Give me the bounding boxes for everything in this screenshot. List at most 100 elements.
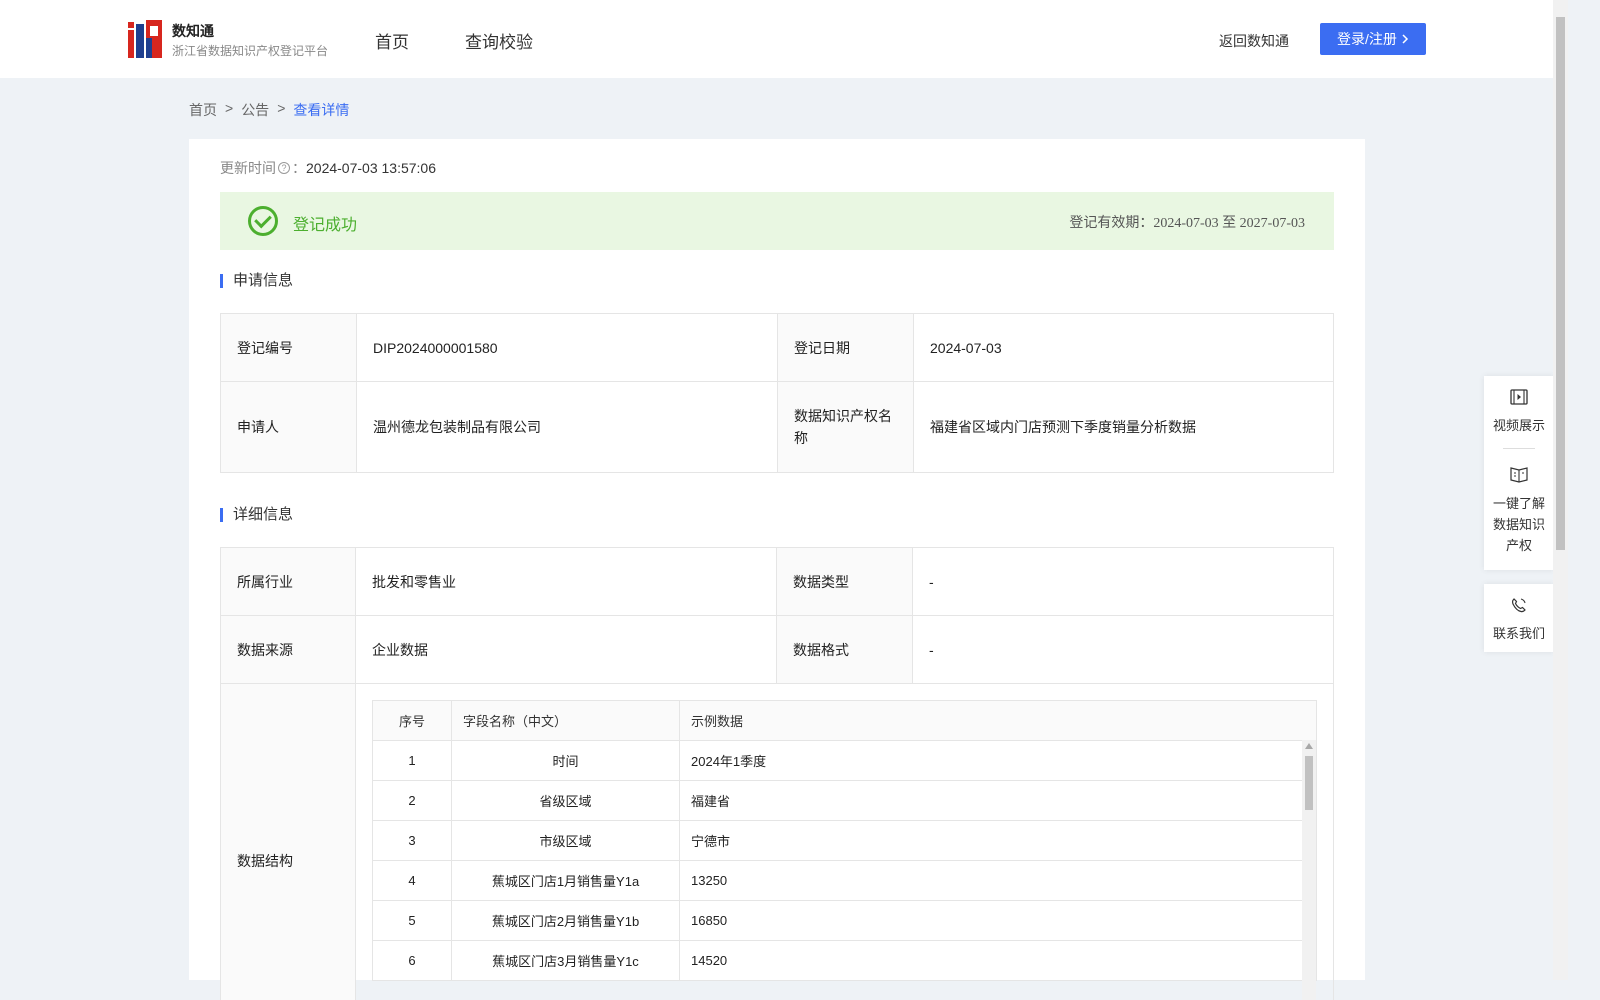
structure-row: 6 蕉城区门店3月销售量Y1c 14520 [372,940,1317,981]
structure-row: 2 省级区域 福建省 [372,780,1317,821]
contact-us-label: 联系我们 [1492,626,1545,641]
cell-sample: 福建省 [679,780,1317,821]
field-label: 数据来源 [220,615,356,684]
cell-sample: 13250 [679,860,1317,901]
field-value: 企业数据 [355,615,777,684]
column-header: 字段名称（中文） [451,700,680,741]
cell-index: 6 [372,940,452,981]
table-row: 所属行业 批发和零售业 数据类型 - [220,547,1334,616]
learn-ip-label-1: 一键了解 [1492,496,1545,511]
field-label: 数据格式 [776,615,913,684]
cell-index: 1 [372,740,452,781]
book-icon [1510,467,1528,483]
page-scrollbar-thumb[interactable] [1556,17,1565,550]
table-row: 申请人 温州德龙包装制品有限公司 数据知识产权名称 福建省区域内门店预测下季度销… [220,381,1334,473]
validity-value: 2024-07-03 至 2027-07-03 [1153,216,1305,231]
field-label: 申请人 [220,381,357,473]
cell-field-name: 省级区域 [451,780,680,821]
cell-sample: 16850 [679,900,1317,941]
phone-icon [1511,598,1526,613]
structure-table: 序号 字段名称（中文） 示例数据 1 时间 2024年1季度 2 省级区域 福建… [372,700,1317,981]
apply-info-table: 登记编号 DIP2024000001580 登记日期 2024-07-03 申请… [220,313,1334,473]
nav-query-verify[interactable]: 查询校验 [465,28,533,53]
cell-index: 3 [372,820,452,861]
detail-card: 更新时间 ? ： 2024-07-03 13:57:06 登记成功 登记有效期：… [189,139,1365,1000]
learn-ip-label-2: 数据知识 [1492,517,1545,532]
update-time: 更新时间 ? ： 2024-07-03 13:57:06 [220,158,436,178]
field-value: 批发和零售业 [355,547,777,616]
status-text: 登记成功 [293,217,358,234]
structure-header-row: 序号 字段名称（中文） 示例数据 [372,700,1317,741]
table-row: 数据结构 序号 字段名称（中文） 示例数据 1 时间 2024年1季度 2 省级… [220,683,1334,1000]
learn-ip-button[interactable]: 一键了解 数据知识 产权 [1484,449,1554,556]
contact-us-button[interactable]: 联系我们 [1484,584,1554,652]
structure-scrollbar-thumb[interactable] [1305,756,1313,810]
scroll-up-arrow-icon[interactable] [1305,743,1313,749]
field-label: 数据知识产权名称 [777,381,914,473]
field-label: 数据结构 [220,683,356,1000]
update-time-value: 2024-07-03 13:57:06 [306,160,436,176]
brand-subtitle: 浙江省数据知识产权登记平台 [172,44,329,58]
back-to-szt-link[interactable]: 返回数知通 [1219,31,1289,51]
field-value: 2024-07-03 [913,313,1334,382]
table-row: 数据来源 企业数据 数据格式 - [220,615,1334,684]
field-value: 福建省区域内门店预测下季度销量分析数据 [913,381,1334,473]
cell-field-name: 蕉城区门店2月销售量Y1b [451,900,680,941]
floating-help-panel: 视频展示 一键了解 数据知识 产权 [1484,376,1554,570]
brand-name: 数知通 [172,23,214,39]
nav-home[interactable]: 首页 [375,28,409,53]
update-time-label: 更新时间 [220,160,276,176]
breadcrumb-home[interactable]: 首页 [189,100,217,120]
cell-index: 2 [372,780,452,821]
structure-cell: 序号 字段名称（中文） 示例数据 1 时间 2024年1季度 2 省级区域 福建… [355,683,1334,1000]
video-showcase-button[interactable]: 视频展示 [1484,376,1554,434]
cell-index: 4 [372,860,452,901]
status-banner: 登记成功 登记有效期：2024-07-03 至 2027-07-03 [220,192,1334,250]
validity-label: 登记有效期： [1069,214,1154,230]
breadcrumb-current: 查看详情 [293,102,350,118]
detail-info-table: 所属行业 批发和零售业 数据类型 - 数据来源 企业数据 数据格式 - 数据结构… [220,547,1334,1000]
breadcrumb: 首页 > 公告 > 查看详情 [189,100,349,120]
cell-sample: 2024年1季度 [679,740,1317,781]
login-register-button[interactable]: 登录/注册 [1320,23,1426,55]
structure-row: 5 蕉城区门店2月销售量Y1b 16850 [372,900,1317,941]
field-value: - [912,615,1334,684]
video-icon [1510,389,1528,405]
chevron-right-icon [1402,34,1408,44]
field-value: 温州德龙包装制品有限公司 [356,381,778,473]
structure-row: 1 时间 2024年1季度 [372,740,1317,781]
update-time-colon: ： [292,160,306,176]
cell-sample: 宁德市 [679,820,1317,861]
breadcrumb-separator: > [277,100,286,116]
top-header: 数知通 浙江省数据知识产权登记平台 首页 查询校验 返回数知通 登录/注册 [0,0,1553,78]
structure-scrollbar[interactable] [1302,740,1316,1000]
section-title-apply: 申请信息 [220,273,293,288]
field-label: 登记日期 [777,313,914,382]
cell-sample: 14520 [679,940,1317,981]
learn-ip-label-3: 产权 [1505,538,1532,553]
cell-index: 5 [372,900,452,941]
cell-field-name: 蕉城区门店3月销售量Y1c [451,940,680,981]
validity-period: 登记有效期：2024-07-03 至 2027-07-03 [1069,212,1305,232]
structure-row: 3 市级区域 宁德市 [372,820,1317,861]
table-row: 登记编号 DIP2024000001580 登记日期 2024-07-03 [220,313,1334,382]
field-label: 登记编号 [220,313,357,382]
column-header: 示例数据 [679,700,1317,741]
check-circle-icon [248,206,278,236]
column-header: 序号 [372,700,452,741]
structure-row: 4 蕉城区门店1月销售量Y1a 13250 [372,860,1317,901]
breadcrumb-separator: > [225,100,234,116]
section-title-detail: 详细信息 [220,507,293,522]
cell-field-name: 市级区域 [451,820,680,861]
login-label: 登录/注册 [1337,31,1397,47]
breadcrumb-notice[interactable]: 公告 [241,100,269,120]
field-value: - [912,547,1334,616]
brand-logo[interactable] [128,20,162,58]
help-icon[interactable]: ? [278,162,290,174]
cell-field-name: 时间 [451,740,680,781]
field-label: 所属行业 [220,547,356,616]
cell-field-name: 蕉城区门店1月销售量Y1a [451,860,680,901]
field-label: 数据类型 [776,547,913,616]
field-value: DIP2024000001580 [356,313,778,382]
video-showcase-label: 视频展示 [1492,418,1545,433]
